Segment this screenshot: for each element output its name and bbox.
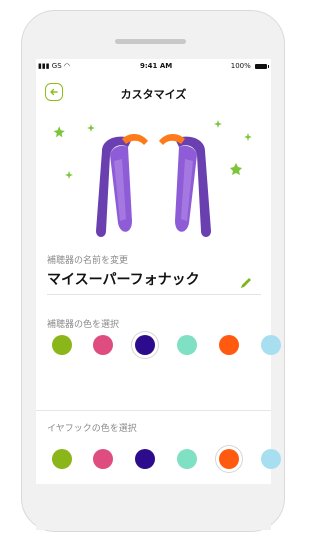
section-divider — [36, 410, 271, 411]
earhook-color-label: イヤフックの色を選択 — [47, 424, 137, 434]
swatch-pink[interactable] — [93, 335, 113, 355]
swatch-orange-selected[interactable] — [219, 449, 239, 469]
swatch-mint[interactable] — [177, 335, 197, 355]
bottom-bezel — [36, 484, 271, 530]
swatch-lime[interactable] — [52, 449, 72, 469]
hearing-aid-name-field[interactable]: マイスーパーフォナック — [47, 268, 261, 295]
swatch-mint[interactable] — [177, 449, 197, 469]
phone-speaker — [115, 39, 186, 44]
hearing-aid-name: マイスーパーフォナック — [47, 272, 200, 288]
content-layer: 補聴器の名前を変更 マイスーパーフォナック 補聴器の色を選択 イヤフックの色を選… — [36, 59, 281, 484]
swatch-light-blue[interactable] — [261, 449, 281, 469]
swatch-light-blue[interactable] — [261, 335, 281, 355]
hearing-aid-color-picker — [36, 329, 281, 361]
swatch-indigo-selected[interactable] — [135, 335, 155, 355]
pencil-icon[interactable] — [239, 276, 253, 290]
swatch-orange[interactable] — [219, 335, 239, 355]
swatch-indigo[interactable] — [135, 449, 155, 469]
earhook-color-picker — [36, 443, 281, 475]
rename-label: 補聴器の名前を変更 — [47, 256, 129, 266]
swatch-pink[interactable] — [93, 449, 113, 469]
swatch-lime[interactable] — [52, 335, 72, 355]
